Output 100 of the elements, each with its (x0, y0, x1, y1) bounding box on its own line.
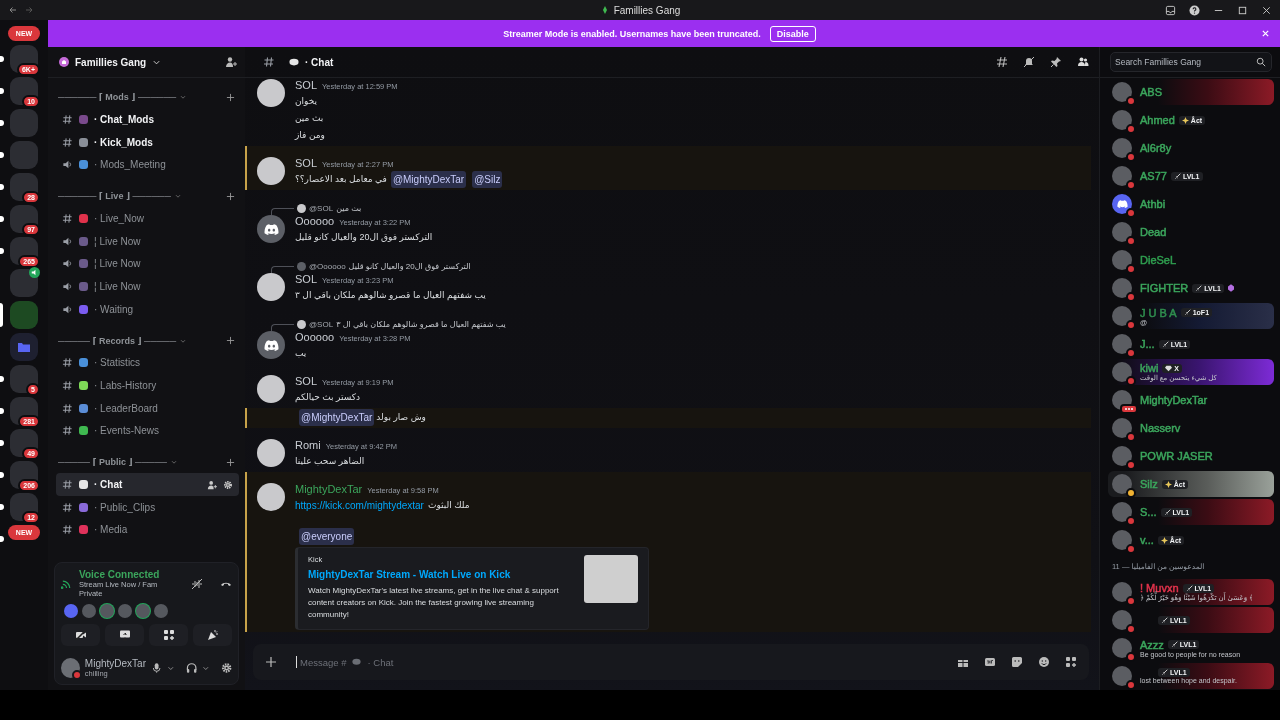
apps-icon[interactable] (1065, 656, 1077, 668)
message-author[interactable]: Oooooo (295, 331, 335, 343)
message-author[interactable]: SOL (295, 79, 317, 91)
channel-item[interactable]: · Public_Clips (56, 495, 239, 519)
channel-item[interactable]: · Chat (56, 473, 239, 496)
member-name[interactable]: v... (1140, 534, 1154, 546)
member-avatar[interactable] (1112, 194, 1132, 214)
server-icon[interactable] (10, 365, 38, 393)
user-avatar[interactable] (257, 79, 285, 107)
headphones-icon[interactable] (185, 662, 198, 674)
gif-icon[interactable] (984, 656, 996, 668)
channel-item[interactable]: ¦ Live Now (56, 275, 239, 298)
activities-button[interactable] (149, 624, 188, 646)
channel-item[interactable]: · Kick_Mods (56, 130, 239, 154)
soundboard-button[interactable] (193, 624, 232, 646)
member-name[interactable]: Silz (1140, 478, 1158, 490)
channel-item[interactable]: ¦ Live Now (56, 252, 239, 276)
user-mention[interactable]: @MightyDexTar (299, 409, 375, 426)
member-name[interactable]: kiwi (1140, 362, 1159, 374)
member-name[interactable]: Dead (1140, 226, 1167, 238)
bell-muted-icon[interactable] (1023, 56, 1035, 68)
category-header[interactable]: ────── ⌈ Live ⌋ ────── (58, 191, 171, 202)
add-icon[interactable] (265, 656, 277, 668)
member-name[interactable]: MightyDexTar (1140, 394, 1208, 406)
user-mention[interactable]: @MightyDexTar (390, 171, 467, 188)
server-icon[interactable] (10, 237, 38, 265)
user-mention[interactable]: @everyone (299, 528, 355, 545)
search-field[interactable]: Search Famillies Gang (1110, 52, 1272, 72)
channel-item[interactable]: · Waiting (56, 297, 239, 321)
member-name[interactable]: J U B A (1140, 306, 1177, 319)
channel-item[interactable]: · Events-News (56, 419, 239, 443)
member-name[interactable]: Azzz (1140, 638, 1164, 651)
member-name[interactable]: Nasserv (1140, 422, 1181, 434)
noise-suppression-icon[interactable] (191, 577, 203, 590)
member-name[interactable]: S... (1140, 506, 1157, 518)
members-icon[interactable] (1077, 56, 1089, 68)
close-icon[interactable] (1261, 29, 1270, 38)
message-author[interactable]: SOL (295, 157, 317, 169)
member-name[interactable]: ABS (1140, 86, 1162, 98)
invite-icon[interactable] (225, 56, 237, 68)
server-icon[interactable] (10, 397, 38, 425)
message-field[interactable]: Message # · Chat (253, 644, 1089, 680)
channel-item[interactable]: · Media (56, 518, 239, 542)
threads-icon[interactable] (996, 56, 1008, 68)
user-avatar[interactable] (257, 273, 285, 301)
message-author[interactable]: SOL (295, 273, 317, 285)
help-icon[interactable] (1189, 4, 1200, 16)
category-header[interactable]: ───── ⌈ Public ⌋ ───── (58, 457, 167, 468)
server-icon[interactable] (10, 269, 38, 297)
user-avatar[interactable] (257, 375, 285, 403)
inbox-icon[interactable] (1165, 4, 1176, 16)
discord-avatar[interactable] (64, 604, 78, 618)
message-author[interactable]: MightyDexTar (295, 483, 363, 495)
add-channel-icon[interactable] (226, 191, 235, 201)
channel-item[interactable]: · Chat_Mods (56, 108, 239, 131)
sticker-icon[interactable] (1011, 656, 1023, 668)
reply-preview[interactable]: يب شفتهم العيال ما قصرو شالوهم ملكان باقي ال ٣ (336, 319, 506, 329)
server-menu[interactable]: Famillies Gang (59, 56, 225, 68)
channel-item[interactable]: · Mods_Meeting (56, 153, 239, 177)
server-icon[interactable] (10, 205, 38, 233)
user-avatar[interactable] (257, 157, 285, 185)
server-icon[interactable] (10, 461, 38, 489)
member-name[interactable]: J... (1140, 338, 1155, 350)
share-screen-button[interactable] (105, 624, 144, 646)
member-name[interactable]: FIGHTER (1140, 282, 1189, 294)
voice-status[interactable]: Voice Connected (79, 569, 174, 580)
camera-off-button[interactable] (61, 624, 100, 646)
user-avatar[interactable] (257, 331, 285, 359)
server-folder[interactable] (10, 333, 38, 361)
member-name[interactable]: DieSeL (1140, 254, 1177, 266)
pin-icon[interactable] (1050, 56, 1062, 68)
server-icon[interactable] (10, 77, 38, 105)
reply-preview[interactable]: التركستر فوق ال20 والعيال كانو قليل (348, 261, 471, 271)
message-author[interactable]: Oooooo (295, 215, 335, 227)
user-avatar[interactable] (257, 439, 285, 467)
microphone-icon[interactable] (151, 662, 163, 674)
category-header[interactable]: ───── ⌈ Records ⌋ ───── (58, 335, 176, 346)
message-author[interactable]: Romi (295, 439, 321, 451)
close-icon[interactable] (1261, 4, 1272, 16)
chevron-icon[interactable] (167, 664, 175, 672)
embed-title-link[interactable]: MightyDexTar Stream - Watch Live on Kick (308, 569, 574, 580)
server-icon[interactable] (10, 429, 38, 457)
emoji-icon[interactable] (1038, 656, 1050, 668)
member-name[interactable]: Ahmed (1140, 114, 1175, 126)
message-author[interactable]: SOL (295, 375, 317, 387)
server-icon[interactable] (10, 173, 38, 201)
user-mention[interactable]: @Silz (472, 171, 503, 188)
channel-item[interactable]: · Statistics (56, 351, 239, 375)
add-channel-icon[interactable] (226, 336, 235, 345)
member-name[interactable]: AS77 (1140, 170, 1167, 182)
server-icon[interactable] (10, 493, 38, 521)
forward-icon[interactable] (24, 5, 34, 15)
chevron-icon[interactable] (202, 664, 210, 672)
settings-icon[interactable] (220, 662, 232, 674)
maximize-icon[interactable] (1237, 4, 1248, 16)
reply-author[interactable]: @SOL (309, 203, 334, 213)
category-header[interactable]: ────── ⌈ Mods ⌋ ────── (58, 92, 177, 102)
invite-icon[interactable] (207, 479, 217, 490)
add-channel-icon[interactable] (226, 457, 235, 467)
channel-item[interactable]: · LeaderBoard (56, 396, 239, 420)
